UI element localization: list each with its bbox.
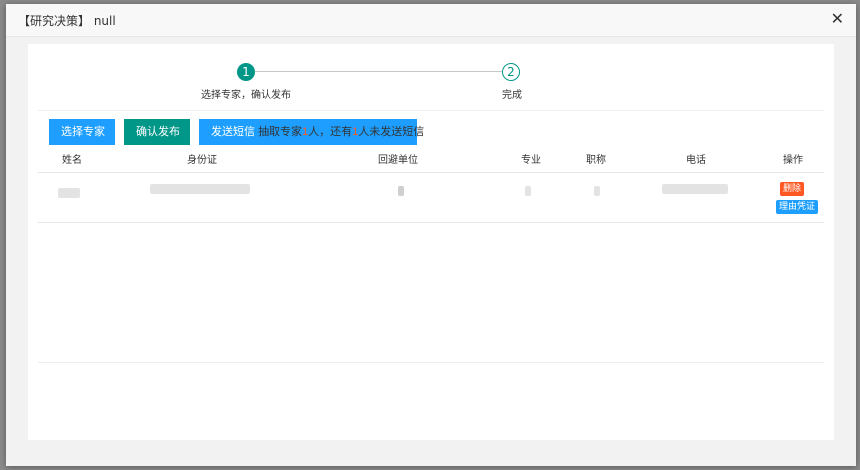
content-panel: 1 2 选择专家，确认发布 完成 选择专家 确认发布 发送短信 抽取专家1人，还… [28, 44, 834, 440]
redacted-phone [662, 184, 728, 194]
dialog-titlebar: 【研究决策】 null ✕ [6, 4, 856, 37]
col-header-phone: 电话 [686, 155, 706, 166]
col-header-id-card: 身份证 [187, 155, 217, 166]
redacted-avoid-unit [398, 186, 404, 196]
step-1-label: 选择专家，确认发布 [201, 90, 291, 101]
col-header-name: 姓名 [62, 155, 82, 166]
col-header-major: 专业 [521, 155, 541, 166]
confirm-publish-button[interactable]: 确认发布 [124, 119, 190, 145]
step-2-circle: 2 [502, 63, 520, 81]
step-connector [255, 71, 502, 72]
col-header-avoid-unit: 回避单位 [378, 155, 418, 166]
step-1-circle: 1 [237, 63, 255, 81]
step-2-label: 完成 [502, 90, 522, 101]
header-separator [38, 172, 824, 173]
dialog: 【研究决策】 null ✕ 1 2 选择专家，确认发布 完成 选择专家 确认发布… [6, 4, 856, 466]
dialog-title: 【研究决策】 null [18, 14, 116, 28]
redacted-major [525, 186, 531, 196]
col-header-title: 职称 [586, 155, 606, 166]
delete-button[interactable]: 删除 [780, 182, 805, 196]
sms-hint: 抽取专家1人，还有1人未发送短信 [258, 126, 425, 138]
divider [38, 110, 824, 111]
close-icon[interactable]: ✕ [831, 10, 844, 28]
send-sms-label: 发送短信 [211, 126, 255, 138]
col-header-actions: 操作 [783, 155, 803, 166]
row-separator [38, 222, 824, 223]
send-sms-button[interactable]: 发送短信 抽取专家1人，还有1人未发送短信 [199, 119, 424, 145]
expert-table [38, 146, 824, 363]
redacted-title [594, 186, 600, 196]
reason-proof-button[interactable]: 理由凭证 [776, 200, 819, 214]
redacted-name [58, 188, 80, 198]
select-expert-button[interactable]: 选择专家 [49, 119, 115, 145]
redacted-id-card [150, 184, 250, 194]
